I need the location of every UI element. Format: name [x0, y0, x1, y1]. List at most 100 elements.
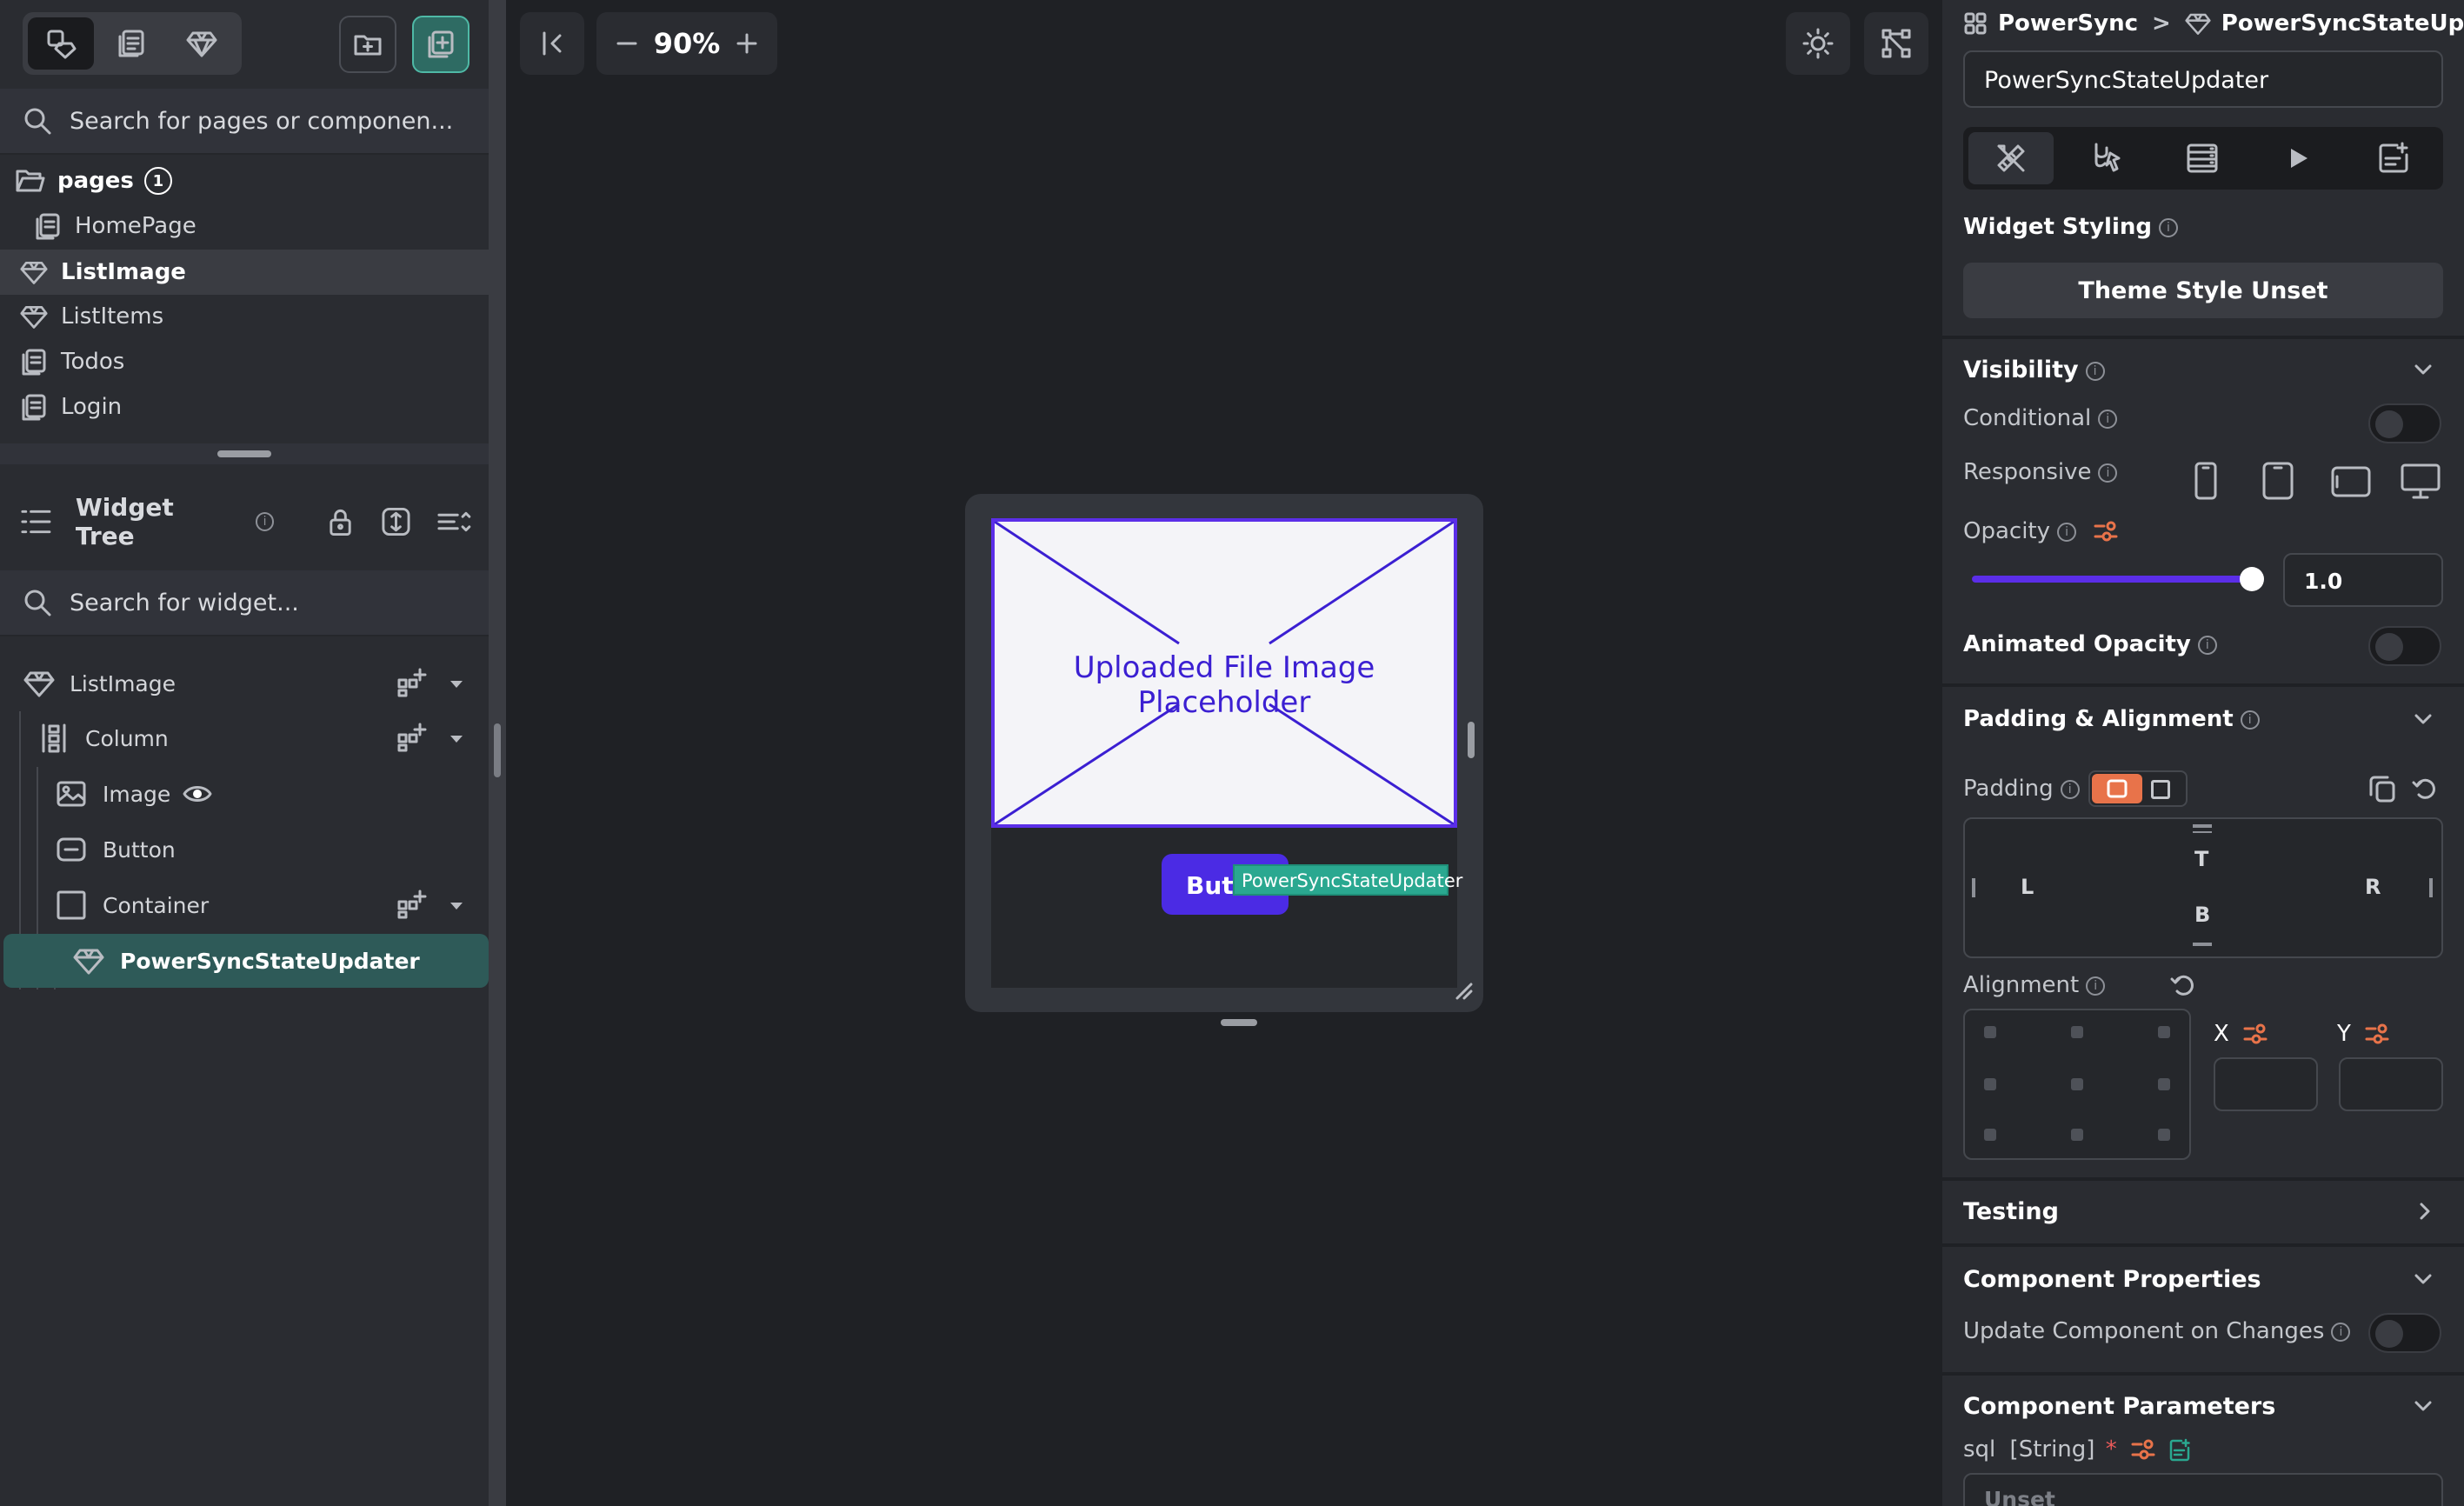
padding-right-label[interactable]: R — [2365, 875, 2381, 899]
new-folder-button[interactable] — [339, 16, 396, 73]
info-icon[interactable]: i — [2060, 779, 2080, 799]
padding-top-handle[interactable] — [2193, 824, 2212, 828]
add-child-icon[interactable] — [396, 722, 428, 753]
caret-down-icon[interactable] — [450, 736, 463, 743]
variable-binding-icon[interactable] — [2131, 1439, 2155, 1462]
tablet-icon[interactable] — [2261, 461, 2295, 501]
padding-custom-button[interactable] — [2151, 780, 2170, 799]
widget-search-input[interactable]: Search for widget... — [70, 590, 299, 616]
padding-bottom-handle[interactable] — [2193, 943, 2212, 946]
tree-node-container[interactable]: Container — [0, 878, 489, 932]
align-center-right[interactable] — [2158, 1078, 2170, 1090]
info-icon[interactable]: i — [2098, 409, 2118, 429]
document-add-icon[interactable] — [2168, 1438, 2192, 1463]
page-item-login[interactable]: Login — [0, 384, 489, 430]
caret-down-icon[interactable] — [450, 903, 463, 910]
theme-style-button[interactable]: Theme Style Unset — [1963, 263, 2443, 318]
tree-node-powersyncstateupdater[interactable]: PowerSyncStateUpdater — [3, 934, 489, 988]
page-item-todos[interactable]: Todos — [0, 339, 489, 384]
layout-nodes-button[interactable] — [1864, 12, 1928, 75]
chevron-down-icon[interactable] — [2414, 360, 2433, 379]
add-child-icon[interactable] — [396, 889, 428, 920]
align-x-input[interactable] — [2214, 1057, 2318, 1111]
animated-opacity-toggle[interactable] — [2368, 626, 2441, 666]
pages-folder[interactable]: pages 1 — [0, 158, 489, 203]
tab-actions[interactable] — [2064, 132, 2149, 184]
opacity-slider-thumb[interactable] — [2240, 567, 2264, 591]
caret-down-icon[interactable] — [450, 681, 463, 688]
widget-name-input[interactable]: PowerSyncStateUpdater — [1963, 50, 2443, 108]
breadcrumb-project[interactable]: PowerSync — [1998, 10, 2138, 37]
chevron-down-icon[interactable] — [2414, 1396, 2433, 1416]
page-search-input[interactable]: Search for pages or componen... — [70, 108, 453, 135]
reset-icon[interactable] — [2412, 776, 2438, 802]
desktop-icon[interactable] — [2400, 463, 2441, 501]
lock-icon[interactable] — [326, 506, 355, 537]
update-on-changes-toggle[interactable] — [2368, 1313, 2441, 1353]
component-parameters-title[interactable]: Component Parameters — [1963, 1393, 2275, 1420]
visibility-section-title[interactable]: Visibility i — [1963, 357, 2105, 383]
variable-binding-icon[interactable] — [2094, 521, 2118, 543]
panel-resize-handle[interactable] — [217, 450, 271, 457]
zoom-in-icon[interactable] — [736, 32, 758, 55]
tab-animations[interactable] — [2255, 132, 2341, 184]
align-center-left[interactable] — [1984, 1078, 1996, 1090]
testing-section-title[interactable]: Testing — [1963, 1198, 2059, 1225]
add-child-icon[interactable] — [396, 667, 428, 698]
info-icon[interactable]: i — [2197, 635, 2217, 655]
zoom-level[interactable]: 90% — [654, 27, 721, 60]
info-icon[interactable]: i — [2098, 463, 2118, 483]
align-bottom-left[interactable] — [1984, 1129, 1996, 1141]
widget-search[interactable]: Search for widget... — [0, 570, 489, 636]
expand-collapse-icon[interactable] — [381, 506, 411, 537]
padding-alignment-section-title[interactable]: Padding & Alignment i — [1963, 706, 2260, 732]
pages-button[interactable] — [99, 17, 165, 70]
sql-parameter-input[interactable]: Unset — [1963, 1473, 2443, 1506]
info-icon[interactable]: i — [2240, 710, 2260, 730]
variable-binding-icon[interactable] — [2365, 1023, 2389, 1046]
padding-bottom-label[interactable]: B — [2194, 903, 2210, 927]
left-panel-resizer[interactable] — [489, 0, 506, 1506]
tree-node-button[interactable]: Button — [0, 823, 489, 876]
opacity-input[interactable]: 1.0 — [2283, 553, 2443, 607]
align-center[interactable] — [2071, 1078, 2083, 1090]
info-icon[interactable]: i — [2086, 976, 2106, 996]
component-properties-title[interactable]: Component Properties — [1963, 1266, 2261, 1293]
tab-properties[interactable] — [1968, 132, 2054, 184]
info-icon[interactable]: i — [2057, 522, 2077, 542]
page-item-homepage[interactable]: HomePage — [0, 203, 489, 249]
device-bottom-handle[interactable] — [1221, 1019, 1257, 1026]
resize-corner-icon[interactable] — [1454, 981, 1475, 1002]
chevron-right-icon[interactable] — [2415, 1202, 2434, 1221]
theme-toggle-button[interactable] — [1786, 12, 1850, 75]
page-search[interactable]: Search for pages or componen... — [0, 89, 489, 155]
tab-documentation[interactable] — [2351, 132, 2436, 184]
breadcrumb-component[interactable]: PowerSyncStateUpdater — [2221, 10, 2464, 37]
chevron-down-icon[interactable] — [2414, 1269, 2433, 1289]
align-top-left[interactable] — [1984, 1026, 1996, 1038]
align-bottom-right[interactable] — [2158, 1129, 2170, 1141]
align-top-center[interactable] — [2071, 1026, 2083, 1038]
info-icon[interactable]: i — [2158, 217, 2178, 237]
collapse-left-button[interactable] — [520, 12, 584, 75]
info-icon[interactable]: i — [2331, 1322, 2351, 1342]
resizer-knob[interactable] — [494, 723, 501, 777]
padding-left-handle[interactable] — [1972, 878, 1975, 897]
copy-icon[interactable] — [2368, 774, 2396, 803]
device-side-handle[interactable] — [1468, 722, 1475, 758]
phone-icon[interactable] — [2193, 461, 2219, 501]
tree-node-column[interactable]: Column — [0, 711, 489, 765]
align-top-right[interactable] — [2158, 1026, 2170, 1038]
page-item-listitems[interactable]: ListItems — [0, 294, 489, 339]
align-bottom-center[interactable] — [2071, 1129, 2083, 1141]
conditional-toggle[interactable] — [2368, 403, 2441, 443]
padding-top-label[interactable]: T — [2194, 847, 2208, 871]
tree-options-icon[interactable] — [436, 506, 471, 537]
variable-binding-icon[interactable] — [2243, 1023, 2268, 1046]
tablet-landscape-icon[interactable] — [2330, 464, 2372, 499]
page-item-listimage[interactable]: ListImage — [0, 250, 489, 295]
padding-uniform-button[interactable] — [2092, 774, 2142, 803]
components-button[interactable] — [169, 17, 235, 70]
tree-node-listimage[interactable]: ListImage — [0, 656, 489, 710]
reset-icon[interactable] — [2170, 972, 2196, 998]
